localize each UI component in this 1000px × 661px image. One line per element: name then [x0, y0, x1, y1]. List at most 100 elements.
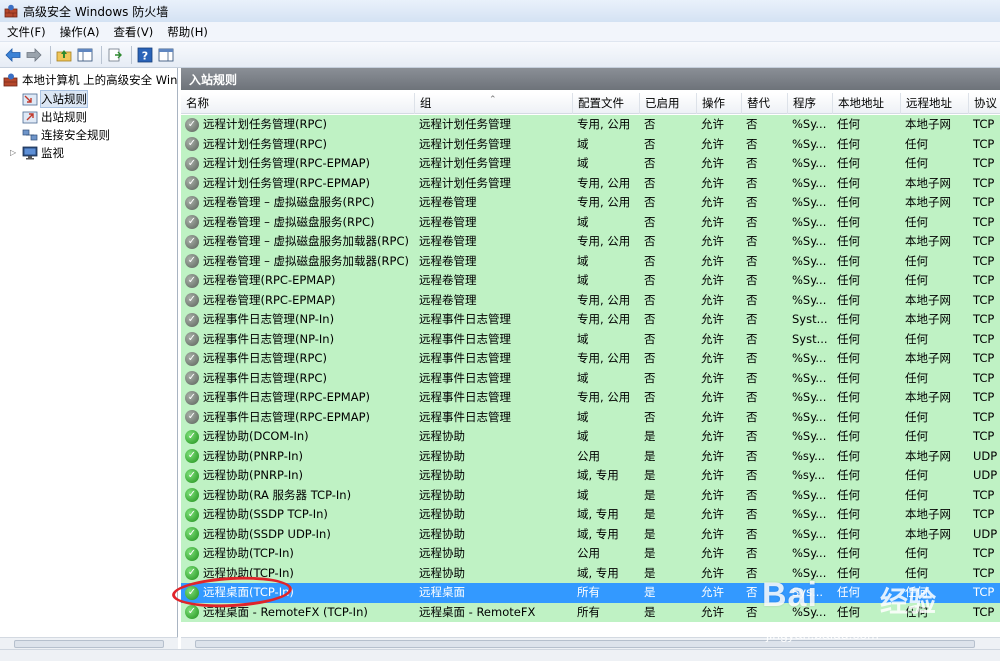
list-horizontal-scrollbar[interactable] [181, 637, 1000, 649]
tree-item-outbound-rules[interactable]: 出站规则 [22, 108, 87, 126]
column-header-enabled[interactable]: 已启用 [640, 93, 697, 114]
cell-profile: 域 [577, 331, 589, 346]
cell-action: 允许 [701, 156, 724, 170]
table-row[interactable]: ✓ 远程卷管理 – 虚拟磁盘服务加载器(RPC) 远程卷管理 专用, 公用否允许否 %S… [181, 232, 1000, 252]
column-header-profile[interactable]: 配置文件 [573, 93, 640, 114]
cell-override: 否 [746, 390, 758, 404]
sort-ascending-icon: ⌃ [489, 95, 497, 105]
table-row[interactable]: ✓ 远程协助(TCP-In) 远程协助 公用是允许否 %Sy... 任何 任何 TCP [181, 544, 1000, 564]
table-row[interactable]: ✓ 远程卷管理 – 虚拟磁盘服务加载器(RPC) 远程卷管理域否允许否 %Sy... 任… [181, 251, 1000, 271]
column-header-protocol[interactable]: 协议 [969, 93, 1000, 114]
tree-item-inbound-rules[interactable]: 入站规则 [22, 90, 88, 108]
cell-remote-address: 任何 [905, 585, 928, 599]
table-row[interactable]: ✓ 远程协助(DCOM-In) 远程协助域是允许否 %Sy... 任何 任何 TCP [181, 427, 1000, 447]
cell-enabled: 是 [644, 507, 656, 521]
cell-protocol: TCP [973, 409, 995, 424]
console-tree-icon [77, 48, 93, 61]
cell-local-address: 任何 [837, 117, 860, 131]
back-button[interactable] [4, 46, 22, 64]
cell-enabled: 否 [644, 156, 656, 170]
column-header-override[interactable]: 替代 [742, 93, 788, 114]
cell-name: 远程桌面 - RemoteFX (TCP-In) [203, 604, 368, 619]
table-row[interactable]: ✓ 远程协助(PNRP-In) 远程协助 域, 专用是允许否 %sy... 任何 任何 UDP [181, 466, 1000, 486]
action-pane-button[interactable] [157, 46, 175, 64]
column-header-local-address[interactable]: 本地地址 [833, 93, 901, 114]
toolbar-separator [50, 45, 51, 64]
scroll-thumb[interactable] [14, 640, 164, 648]
table-row[interactable]: ✓ 远程计划任务管理(RPC-EPMAP) 远程计划任务管理域否允许否 %Sy... 任… [181, 154, 1000, 174]
cell-name: 远程卷管理 – 虚拟磁盘服务加载器(RPC) [203, 253, 409, 268]
cell-local-address: 任何 [837, 409, 860, 424]
table-row[interactable]: ✓ 远程计划任务管理(RPC) 远程计划任务管理域否允许否 %Sy... 任何 任何 TCP [181, 134, 1000, 154]
menu-help[interactable]: 帮助(H) [160, 22, 215, 42]
cell-program: Syst... [792, 331, 828, 346]
firewall-app-icon [4, 4, 18, 18]
table-row[interactable]: ✓ 远程事件日志管理(NP-In) 远程事件日志管理 专用, 公用否允许否 Syst..… [181, 310, 1000, 330]
cell-protocol: TCP [973, 351, 995, 365]
table-row[interactable]: ✓ 远程桌面 - RemoteFX (TCP-In) 远程桌面 - RemoteFX… [181, 602, 1000, 622]
cell-remote-address: 本地子网 [905, 175, 951, 190]
cell-profile: 域 [577, 487, 589, 502]
column-header-action[interactable]: 操作 [697, 93, 742, 114]
cell-profile: 域 [577, 273, 589, 287]
table-row[interactable]: ✓ 远程卷管理(RPC-EPMAP) 远程卷管理 专用, 公用否允许否 %Sy... 任何… [181, 290, 1000, 310]
column-header-name[interactable]: 名称 [181, 93, 415, 114]
cell-program: %Sy... [792, 214, 827, 229]
cell-program: %Sy... [792, 234, 827, 248]
cell-enabled: 否 [644, 409, 656, 424]
column-header-group[interactable]: 组 ⌃ [415, 93, 573, 114]
svg-text:?: ? [142, 49, 148, 62]
cell-program: %sy... [792, 448, 826, 463]
table-row[interactable]: ✓ 远程协助(SSDP UDP-In) 远程协助 域, 专用是允许否 %Sy... 任何本… [181, 524, 1000, 544]
cell-override: 否 [746, 585, 758, 599]
table-row[interactable]: ✓ 远程协助(TCP-In) 远程协助 域, 专用是允许否 %Sy... 任何 任何 TCP [181, 563, 1000, 583]
show-hide-tree-button[interactable] [76, 46, 94, 64]
cell-remote-address: 本地子网 [905, 390, 951, 404]
cell-name: 远程事件日志管理(RPC) [203, 370, 327, 385]
tree-root[interactable]: 本地计算机 上的高级安全 Windo [3, 71, 177, 89]
up-level-button[interactable] [55, 46, 73, 64]
tree-item-monitoring[interactable]: 监视 [22, 144, 64, 162]
cell-group: 远程协助 [419, 429, 465, 443]
menu-view[interactable]: 查看(V) [106, 22, 160, 42]
cell-group: 远程事件日志管理 [419, 312, 511, 326]
table-row[interactable]: ✓ 远程计划任务管理(RPC) 远程计划任务管理 专用, 公用否允许否 %Sy... 任何… [181, 115, 1000, 135]
table-row[interactable]: ✓ 远程协助(PNRP-In) 远程协助 公用是允许否 %sy... 任何 本地子网 UDP [181, 446, 1000, 466]
column-header-program[interactable]: 程序 [788, 93, 833, 114]
help-button[interactable]: ? [136, 46, 154, 64]
table-row[interactable]: ✓ 远程计划任务管理(RPC-EPMAP) 远程计划任务管理 专用, 公用否允许否 %S… [181, 173, 1000, 193]
cell-local-address: 任何 [837, 585, 860, 599]
table-row[interactable]: ✓ 远程桌面(TCP-In) 远程桌面 所有是允许否 Sys... 任何 任何 TCP [181, 583, 1000, 603]
monitoring-icon [22, 146, 38, 160]
tree-horizontal-scrollbar[interactable] [0, 637, 178, 649]
cell-group: 远程桌面 - RemoteFX [419, 604, 536, 619]
table-row[interactable]: ✓ 远程事件日志管理(NP-In) 远程事件日志管理域否允许否 Syst... 任何 任何… [181, 329, 1000, 349]
forward-button[interactable] [25, 46, 43, 64]
scroll-thumb[interactable] [195, 640, 975, 648]
cell-group: 远程事件日志管理 [419, 351, 511, 365]
export-list-button[interactable] [106, 46, 124, 64]
cell-group: 远程卷管理 [419, 273, 477, 287]
table-row[interactable]: ✓ 远程卷管理 – 虚拟磁盘服务(RPC) 远程卷管理 专用, 公用否允许否 %Sy..… [181, 193, 1000, 213]
menu-file[interactable]: 文件(F) [0, 22, 53, 42]
column-header-remote-address[interactable]: 远程地址 [901, 93, 969, 114]
table-row[interactable]: ✓ 远程协助(SSDP TCP-In) 远程协助 域, 专用是允许否 %Sy... 任何本… [181, 505, 1000, 525]
cell-name: 远程协助(SSDP UDP-In) [203, 526, 331, 541]
expand-arrow-icon[interactable]: ▷ [10, 148, 16, 157]
table-row[interactable]: ✓ 远程协助(RA 服务器 TCP-In) 远程协助域是允许否 %Sy... 任何 任何 T… [181, 485, 1000, 505]
tree-item-connection-security-rules[interactable]: 连接安全规则 [22, 126, 110, 144]
cell-name: 远程桌面(TCP-In) [203, 585, 294, 599]
table-row[interactable]: ✓ 远程事件日志管理(RPC) 远程事件日志管理 专用, 公用否允许否 %Sy... 任何… [181, 349, 1000, 369]
table-row[interactable]: ✓ 远程事件日志管理(RPC) 远程事件日志管理域否允许否 %Sy... 任何 任何 TCP [181, 368, 1000, 388]
cell-action: 允许 [701, 351, 724, 365]
cell-override: 否 [746, 604, 758, 619]
cell-override: 否 [746, 253, 758, 268]
cell-enabled: 否 [644, 370, 656, 385]
action-pane-icon [158, 48, 174, 61]
table-row[interactable]: ✓ 远程卷管理(RPC-EPMAP) 远程卷管理域否允许否 %Sy... 任何 任何 TCP [181, 271, 1000, 291]
table-row[interactable]: ✓ 远程事件日志管理(RPC-EPMAP) 远程事件日志管理 专用, 公用否允许否 %S… [181, 388, 1000, 408]
menu-action[interactable]: 操作(A) [53, 22, 107, 42]
table-row[interactable]: ✓ 远程事件日志管理(RPC-EPMAP) 远程事件日志管理域否允许否 %Sy... 任… [181, 407, 1000, 427]
cell-local-address: 任何 [837, 526, 860, 541]
table-row[interactable]: ✓ 远程卷管理 – 虚拟磁盘服务(RPC) 远程卷管理域否允许否 %Sy... 任何 任何… [181, 212, 1000, 232]
